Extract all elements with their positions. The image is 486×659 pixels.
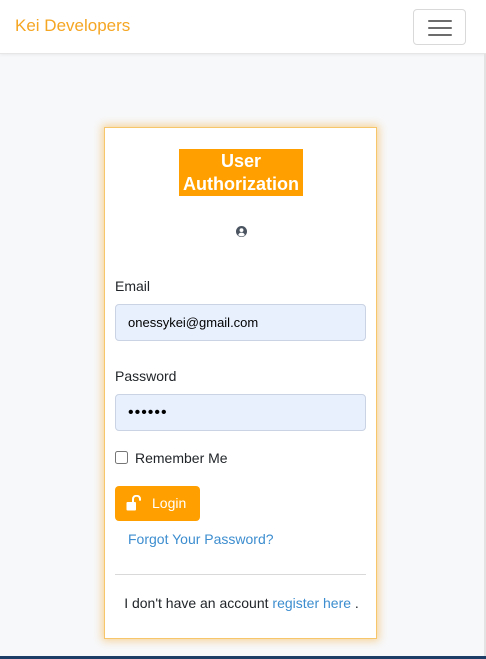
card-title: User Authorization bbox=[179, 149, 303, 196]
forgot-password-link[interactable]: Forgot Your Password? bbox=[128, 531, 274, 547]
email-label: Email bbox=[115, 278, 151, 294]
login-card: User Authorization Email Password Rememb… bbox=[104, 127, 377, 639]
register-suffix: . bbox=[354, 595, 359, 611]
login-button[interactable]: Login bbox=[115, 486, 200, 521]
password-field[interactable] bbox=[115, 394, 366, 431]
user-circle-icon bbox=[236, 226, 247, 237]
divider bbox=[115, 574, 366, 575]
unlock-icon bbox=[126, 495, 141, 511]
password-label: Password bbox=[115, 368, 177, 384]
brand-link[interactable]: Kei Developers bbox=[15, 16, 130, 36]
hamburger-menu-icon bbox=[428, 20, 452, 22]
email-field[interactable] bbox=[115, 304, 366, 341]
register-prefix: I don't have an account bbox=[124, 595, 269, 611]
remember-me-checkbox[interactable] bbox=[115, 451, 128, 464]
register-link[interactable]: register here bbox=[272, 595, 351, 611]
register-prompt: I don't have an account register here . bbox=[105, 595, 378, 611]
login-button-label: Login bbox=[152, 495, 187, 511]
remember-me-label: Remember Me bbox=[135, 450, 228, 466]
menu-toggle-button[interactable] bbox=[413, 9, 466, 45]
top-navbar: Kei Developers bbox=[0, 0, 486, 54]
